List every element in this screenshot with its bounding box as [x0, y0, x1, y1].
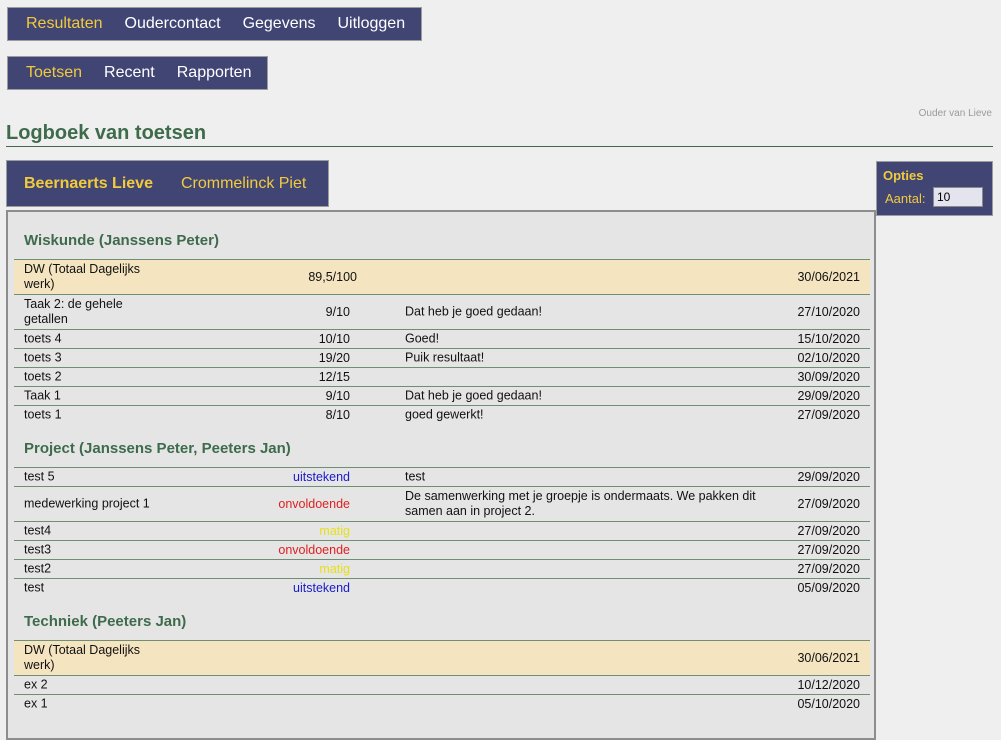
result-name: medewerking project 1	[24, 496, 150, 511]
count-input[interactable]	[933, 187, 983, 207]
result-row: test2 matig 27/09/2020	[14, 559, 870, 578]
child-tab-beernaerts-lieve[interactable]: Beernaerts Lieve	[24, 175, 153, 193]
result-date: 05/10/2020	[797, 697, 860, 711]
result-name: test	[24, 580, 45, 595]
nav-item-uitloggen[interactable]: Uitloggen	[338, 15, 406, 33]
title-divider	[6, 146, 993, 147]
result-row: toets 2 12/15 30/09/2020	[14, 367, 870, 386]
result-date: 27/09/2020	[797, 408, 860, 422]
result-date: 10/12/2020	[797, 678, 860, 692]
result-row: test3 onvoldoende 27/09/2020	[14, 540, 870, 559]
result-date: 05/09/2020	[797, 581, 860, 595]
result-comment: test	[405, 469, 426, 484]
result-row: toets 1 8/10 goed gewerkt! 27/09/2020	[14, 405, 870, 424]
user-label: Ouder van Lieve	[918, 108, 992, 119]
summary-row: DW (Totaal Dagelijks werk) 30/06/2021	[14, 640, 870, 675]
child-selector: Beernaerts Lieve Crommelinck Piet	[6, 160, 329, 207]
result-date: 27/09/2020	[797, 543, 860, 557]
result-row: medewerking project 1 onvoldoende De samen…	[14, 486, 870, 521]
nav-item-oudercontact[interactable]: Oudercontact	[125, 15, 221, 33]
count-label: Aantal:	[885, 191, 926, 206]
course-title: Wiskunde (Janssens Peter)	[24, 232, 219, 249]
result-name: ex 2	[24, 677, 48, 692]
result-date: 29/09/2020	[797, 470, 860, 484]
result-score: 89,5/100	[308, 270, 357, 284]
result-name: toets 3	[24, 350, 62, 365]
course-title: Project (Janssens Peter, Peeters Jan)	[24, 440, 291, 457]
result-date: 30/06/2021	[797, 270, 860, 284]
result-date: 15/10/2020	[797, 332, 860, 346]
result-comment: Goed!	[405, 331, 440, 346]
result-name: toets 2	[24, 369, 62, 384]
result-score: matig	[319, 524, 350, 538]
results-panel: Wiskunde (Janssens Peter) DW (Totaal Dage…	[6, 210, 876, 740]
result-row: Taak 1 9/10 Dat heb je goed gedaan! 29/09/2…	[14, 386, 870, 405]
result-score: 9/10	[325, 305, 350, 319]
result-score: onvoldoende	[278, 497, 350, 511]
result-name: test2	[24, 561, 52, 576]
result-name: toets 4	[24, 331, 62, 346]
options-panel: Opties Aantal:	[876, 161, 993, 216]
result-name: test4	[24, 523, 52, 538]
result-comment: Dat heb je goed gedaan!	[405, 304, 542, 319]
result-score: uitstekend	[293, 470, 350, 484]
result-date: 30/09/2020	[797, 370, 860, 384]
nav-item-gegevens[interactable]: Gegevens	[243, 15, 316, 33]
course-title: Techniek (Peeters Jan)	[24, 613, 187, 630]
result-name: test3	[24, 542, 52, 557]
subnav-item-recent[interactable]: Recent	[104, 64, 155, 82]
result-date: 27/09/2020	[797, 524, 860, 538]
result-date: 30/06/2021	[797, 651, 860, 665]
child-tab-crommelinck-piet[interactable]: Crommelinck Piet	[181, 175, 306, 193]
result-name: DW (Totaal Dagelijks werk)	[24, 262, 141, 291]
result-comment: De samenwerking met je groepje is onderm…	[405, 489, 756, 518]
result-score: 19/20	[318, 351, 350, 365]
subnav-item-rapporten[interactable]: Rapporten	[177, 64, 252, 82]
result-row: toets 3 19/20 Puik resultaat! 02/10/2020	[14, 348, 870, 367]
result-date: 27/10/2020	[797, 305, 860, 319]
result-name: Taak 1	[24, 388, 61, 403]
sub-navigation: Toetsen Recent Rapporten	[7, 56, 268, 90]
result-date: 02/10/2020	[797, 351, 860, 365]
page-title: Logboek van toetsen	[6, 122, 207, 144]
result-score: uitstekend	[293, 581, 350, 595]
result-comment: goed gewerkt!	[405, 407, 484, 422]
result-score: matig	[319, 562, 350, 576]
result-name: DW (Totaal Dagelijks werk)	[24, 643, 141, 672]
result-score: 8/10	[325, 408, 350, 422]
result-row: test uitstekend 05/09/2020	[14, 578, 870, 597]
result-date: 29/09/2020	[797, 389, 860, 403]
result-score: 9/10	[325, 389, 350, 403]
nav-item-resultaten[interactable]: Resultaten	[26, 15, 103, 33]
result-date: 27/09/2020	[797, 562, 860, 576]
result-score: 10/10	[318, 332, 350, 346]
main-navigation: Resultaten Oudercontact Gegevens Uitloggen	[7, 7, 422, 41]
result-name: toets 1	[24, 407, 62, 422]
subnav-item-toetsen[interactable]: Toetsen	[26, 64, 82, 82]
result-score: onvoldoende	[278, 543, 350, 557]
result-row: test4 matig 27/09/2020	[14, 521, 870, 540]
options-title: Opties	[883, 168, 924, 183]
result-row: Taak 2: de gehele getallen 9/10 Dat heb je…	[14, 294, 870, 329]
result-comment: Dat heb je goed gedaan!	[405, 388, 542, 403]
summary-row: DW (Totaal Dagelijks werk) 89,5/100 30/06/…	[14, 259, 870, 294]
result-comment: Puik resultaat!	[405, 350, 485, 365]
result-row: ex 1 05/10/2020	[14, 694, 870, 713]
result-row: toets 4 10/10 Goed! 15/10/2020	[14, 329, 870, 348]
result-date: 27/09/2020	[797, 497, 860, 511]
result-name: ex 1	[24, 696, 48, 711]
result-name: Taak 2: de gehele getallen	[24, 297, 123, 326]
result-row: ex 2 10/12/2020	[14, 675, 870, 694]
result-name: test 5	[24, 469, 55, 484]
result-row: test 5 uitstekend test 29/09/2020	[14, 467, 870, 486]
result-score: 12/15	[318, 370, 350, 384]
